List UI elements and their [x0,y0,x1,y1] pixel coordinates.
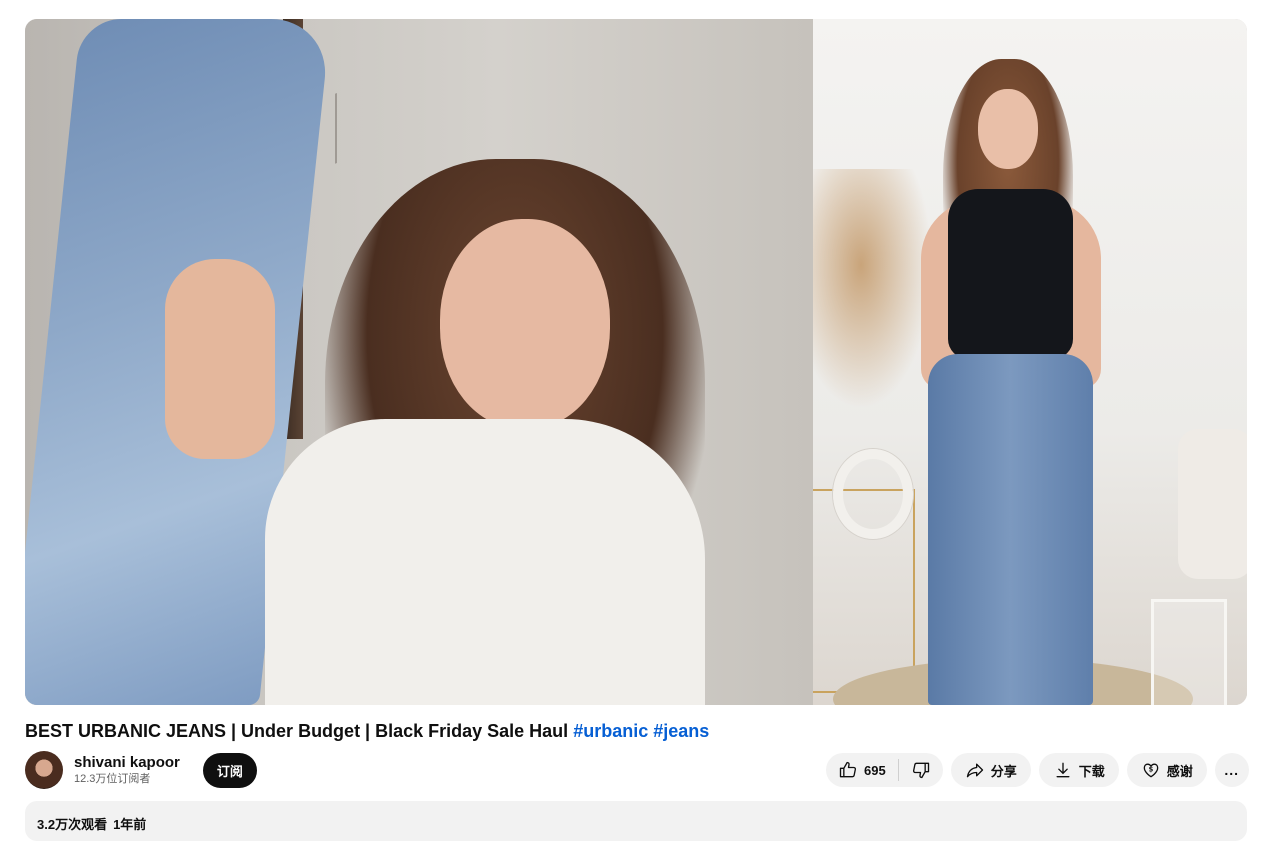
like-dislike-group: 695 [826,753,943,787]
model-jeans [928,354,1093,705]
thanks-button[interactable]: $ 感谢 [1126,753,1207,787]
channel-info: shivani kapoor 12.3万位订阅者 [74,753,180,787]
thanks-label: 感谢 [1166,763,1193,779]
white-vase [833,449,913,539]
model-black-top [948,189,1073,359]
pampas-plant [813,169,933,409]
cushion [1178,429,1247,579]
thumbs-down-icon [912,762,929,779]
video-frame-right-scene [813,19,1247,705]
download-button[interactable]: 下载 [1038,753,1119,787]
channel-name-link[interactable]: shivani kapoor [74,753,180,772]
model-face [978,89,1038,169]
description-box[interactable]: 3.2万次观看 1年前 [25,801,1247,841]
video-player[interactable] [25,19,1247,705]
video-frame-left-scene [25,19,813,705]
description-meta: 3.2万次观看 1年前 [37,814,146,833]
share-label: 分享 [990,763,1017,779]
download-label: 下载 [1078,763,1105,779]
presenter-hand [165,259,275,459]
subscriber-count: 12.3万位订阅者 [74,773,151,785]
share-icon [966,763,983,778]
more-horizontal-icon: ... [1224,762,1240,778]
presenter-face [440,219,610,429]
download-icon [1056,762,1070,778]
super-thanks-icon: $ [1143,763,1159,778]
svg-text:$: $ [1148,766,1153,774]
thumbs-up-icon [839,761,857,778]
white-lantern [1151,599,1227,705]
more-actions-button[interactable]: ... [1214,753,1249,787]
video-title: BEST URBANIC JEANS | Under Budget | Blac… [25,719,709,743]
hashtag-urbanic-link[interactable]: #urbanic [573,721,648,741]
subscribe-button[interactable]: 订阅 [202,752,257,788]
channel-row: shivani kapoor 12.3万位订阅者 订阅 [25,751,257,789]
presenter-white-shirt [265,419,705,705]
hashtag-jeans-link[interactable]: #jeans [653,721,709,741]
video-title-text: BEST URBANIC JEANS | Under Budget | Blac… [25,721,569,741]
wall-decoration [335,84,361,164]
channel-avatar[interactable] [25,751,63,789]
like-count: 695 [864,762,886,778]
share-button[interactable]: 分享 [950,753,1031,787]
action-bar: 695 分享 下载 $ 感谢 ... [826,753,1249,787]
dislike-button[interactable] [899,753,943,787]
like-button[interactable]: 695 [826,753,898,787]
